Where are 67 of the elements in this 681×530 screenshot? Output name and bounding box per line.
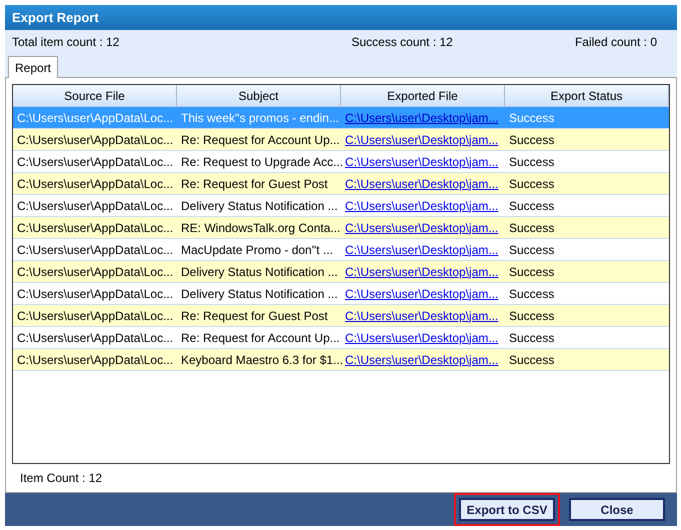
file-link[interactable]: C:\Users\user\Desktop\jam...: [345, 220, 498, 234]
table-cell-text: Re: Request for Account Up...: [180, 132, 341, 148]
table-cell-text: Success: [508, 308, 556, 324]
table-cell-text: Success: [508, 176, 556, 192]
table-row[interactable]: C:\Users\user\AppData\Loc... Delivery Status Notification ... C:\Users\user\Desktop\jam... Success: [13, 261, 669, 283]
table-cell-text: C:\Users\user\AppData\Loc...: [16, 132, 174, 148]
table-cell-text: Success: [508, 110, 556, 126]
table-row[interactable]: C:\Users\user\AppData\Loc... Keyboard Maestro 6.3 for $1...C:\Users\user\Desktop\jam... Success: [13, 349, 669, 371]
window-title: Export Report: [12, 8, 99, 27]
table-cell-text: C:\Users\user\AppData\Loc...: [16, 308, 174, 324]
table-row[interactable]: C:\Users\user\AppData\Loc... This week''s promos - endin... C:\Users\user\Desktop\jam... Success: [13, 107, 669, 129]
file-link[interactable]: C:\Users\user\Desktop\jam...: [345, 330, 498, 344]
column-header[interactable]: Export Status: [505, 85, 669, 106]
table-cell-text: Re: Request to Upgrade Acc...: [180, 154, 341, 170]
table-cell-text: Re: Request for Guest Post: [180, 308, 329, 324]
table-cell-text: Success: [508, 352, 556, 368]
table-row[interactable]: C:\Users\user\AppData\Loc... RE: WindowsTalk.org Conta... C:\Users\user\Desktop\jam... Success: [13, 217, 669, 239]
table-cell-text: C:\Users\user\AppData\Loc...: [16, 110, 174, 126]
table-cell-text: C:\Users\user\AppData\Loc...: [16, 220, 174, 236]
table-cell-text: C:\Users\user\AppData\Loc...: [16, 330, 174, 346]
table-cell-text: Success: [508, 132, 556, 148]
dialog-button[interactable]: Export to CSV: [459, 498, 555, 521]
file-link[interactable]: C:\Users\user\Desktop\jam...: [345, 242, 498, 256]
table-cell-text: Success: [508, 286, 556, 302]
table-cell-text: Success: [508, 198, 556, 214]
column-header[interactable]: Exported File: [341, 85, 505, 106]
column-header[interactable]: Source File: [13, 85, 177, 106]
table-cell-text: Success: [508, 154, 556, 170]
file-link[interactable]: C:\Users\user\Desktop\jam...: [345, 286, 498, 300]
column-header[interactable]: Subject: [177, 85, 341, 106]
file-link[interactable]: C:\Users\user\Desktop\jam...: [345, 154, 498, 168]
file-link[interactable]: C:\Users\user\Desktop\jam...: [345, 308, 498, 322]
table-cell-text: This week''s promos - endin...: [180, 110, 340, 126]
dialog-button[interactable]: Close: [569, 498, 665, 521]
table-cell-text: Delivery Status Notification ...: [180, 198, 339, 214]
failed-count: Failed count : 0: [574, 34, 657, 52]
table-cell-text: C:\Users\user\AppData\Loc...: [16, 198, 174, 214]
tab[interactable]: Report: [8, 56, 58, 78]
table-cell-text: C:\Users\user\AppData\Loc...: [16, 286, 174, 302]
table-cell-text: Delivery Status Notification ...: [180, 264, 339, 280]
file-link[interactable]: C:\Users\user\Desktop\jam...: [345, 264, 498, 278]
table-cell-text: Success: [508, 220, 556, 236]
table-cell-text: Delivery Status Notification ...: [180, 286, 339, 302]
table-row[interactable]: C:\Users\user\AppData\Loc... Re: Request for Guest Post C:\Users\user\Desktop\jam... Success: [13, 173, 669, 195]
table-cell-text: C:\Users\user\AppData\Loc...: [16, 352, 174, 368]
table-cell-text: C:\Users\user\AppData\Loc...: [16, 176, 174, 192]
table-cell-text: MacUpdate Promo - don''t ...: [180, 242, 334, 258]
file-link[interactable]: C:\Users\user\Desktop\jam...: [345, 198, 498, 212]
table-cell-text: Success: [508, 330, 556, 346]
table-cell-text: Re: Request for Account Up...: [180, 330, 341, 346]
table-cell-text: C:\Users\user\AppData\Loc...: [16, 154, 174, 170]
file-link[interactable]: C:\Users\user\Desktop\jam...: [345, 132, 498, 146]
item-count: Item Count : 12: [20, 470, 102, 487]
success-count: Success count : 12: [351, 34, 453, 52]
table-cell-text: RE: WindowsTalk.org Conta...: [180, 220, 341, 236]
table-cell-text: Success: [508, 264, 556, 280]
table-cell-text: Re: Request for Guest Post: [180, 176, 329, 192]
table-cell-text: Keyboard Maestro 6.3 for $1...: [180, 352, 341, 368]
table-row[interactable]: C:\Users\user\AppData\Loc... Re: Request for Guest Post C:\Users\user\Desktop\jam... Success: [13, 305, 669, 327]
file-link[interactable]: C:\Users\user\Desktop\jam...: [345, 176, 498, 190]
table-cell-text: Success: [508, 242, 556, 258]
file-link[interactable]: C:\Users\user\Desktop\jam...: [345, 110, 498, 124]
total-count: Total item count : 12: [12, 34, 120, 52]
table-row[interactable]: C:\Users\user\AppData\Loc... Re: Request for Account Up... C:\Users\user\Desktop\jam... Success: [13, 129, 669, 151]
file-link[interactable]: C:\Users\user\Desktop\jam...: [345, 352, 498, 366]
table-cell-text: C:\Users\user\AppData\Loc...: [16, 242, 174, 258]
table-cell-text: C:\Users\user\AppData\Loc...: [16, 264, 174, 280]
